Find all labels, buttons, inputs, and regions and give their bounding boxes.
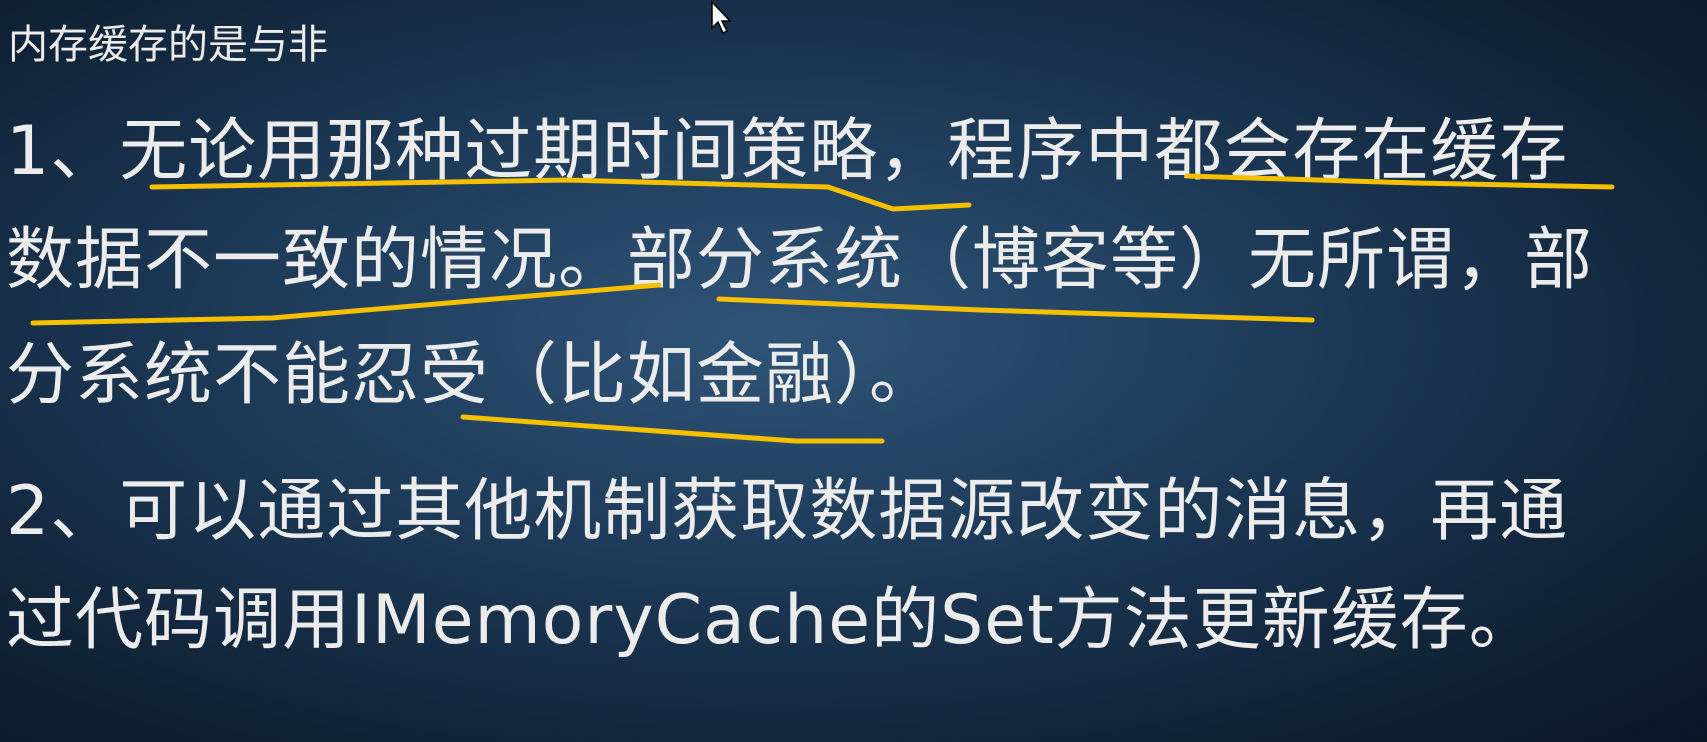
underline-annotation: [460, 414, 885, 444]
annotation-layer: [30, 173, 1615, 444]
underline-annotation: [149, 177, 972, 212]
underline-annotation: [1184, 173, 1615, 190]
mouse-pointer-icon: [711, 0, 732, 35]
underline-annotation: [716, 296, 1315, 323]
underline-annotation: [30, 282, 662, 326]
